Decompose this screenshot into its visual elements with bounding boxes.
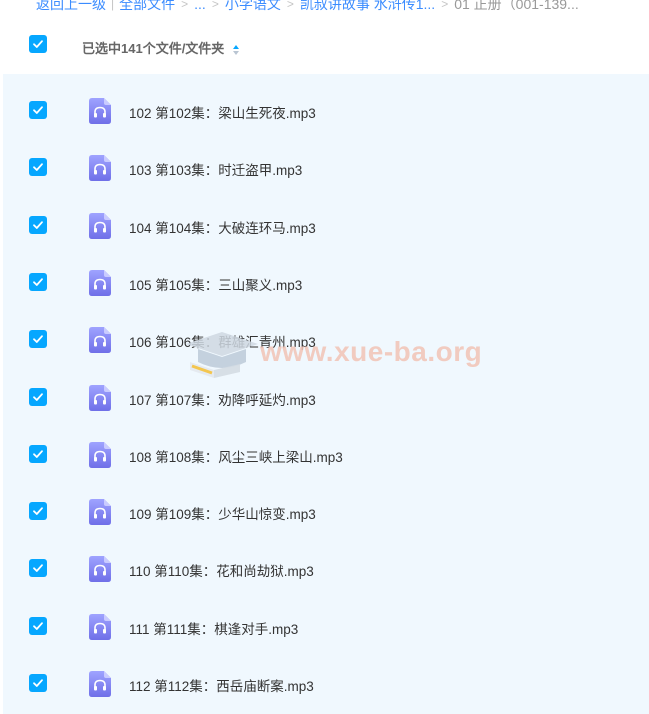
file-checkbox[interactable]	[29, 330, 47, 349]
audio-file-icon	[89, 441, 111, 468]
file-checkbox[interactable]	[29, 272, 47, 291]
file-name[interactable]: 105 第105集：三山聚义.mp3	[129, 274, 302, 294]
file-row[interactable]: 102 第102集：梁山生死夜.mp3	[3, 82, 649, 139]
checkmark-icon	[33, 564, 43, 573]
select-all-checkbox[interactable]	[29, 35, 47, 53]
file-row[interactable]: 108 第108集：风尘三峡上梁山.mp3	[3, 426, 649, 483]
checkmark-icon	[33, 679, 43, 687]
audio-file-icon	[89, 671, 111, 697]
file-row[interactable]: 105 第105集：三山聚义.mp3	[3, 254, 649, 311]
file-checkbox[interactable]	[29, 674, 47, 692]
file-row[interactable]: 109 第109集：少华山惊变.mp3	[3, 483, 649, 540]
file-checkbox[interactable]	[29, 215, 47, 234]
file-name[interactable]: 102 第102集：梁山生死夜.mp3	[129, 102, 316, 122]
file-row[interactable]: 104 第104集：大破连环马.mp3	[3, 197, 649, 254]
file-name[interactable]: 108 第108集：风尘三峡上梁山.mp3	[129, 446, 343, 466]
audio-file-icon	[89, 269, 111, 296]
file-name[interactable]: 111 第111集：棋逢对手.mp3	[129, 618, 298, 638]
audio-file-icon	[89, 212, 111, 239]
breadcrumb-current: 01 正册（001-139...	[454, 0, 579, 12]
checkmark-icon	[33, 335, 43, 344]
file-list: 102 第102集：梁山生死夜.mp3 103 第103集：时迁盗甲.mp3 104…	[3, 74, 649, 714]
audio-file-icon	[89, 613, 111, 640]
checkmark-icon	[33, 621, 43, 630]
chevron-right-icon: >	[286, 0, 294, 11]
selected-count-text: 已选中141个文件/文件夹	[82, 41, 225, 56]
file-name[interactable]: 104 第104集：大破连环马.mp3	[129, 217, 316, 237]
checkmark-icon	[33, 220, 43, 229]
breadcrumb-level1[interactable]: 小学语文	[225, 0, 281, 14]
file-row[interactable]: 106 第106集：群雄汇青州.mp3	[3, 311, 649, 368]
file-row[interactable]: 107 第107集：劝降呼延灼.mp3	[3, 369, 649, 426]
checkmark-icon	[33, 40, 43, 48]
chevron-right-icon: >	[211, 0, 219, 11]
file-name[interactable]: 103 第103集：时迁盗甲.mp3	[129, 159, 302, 179]
file-row[interactable]: 103 第103集：时迁盗甲.mp3	[3, 139, 649, 196]
breadcrumb-all-files[interactable]: 全部文件	[119, 0, 175, 14]
file-checkbox[interactable]	[29, 502, 47, 521]
sort-icon[interactable]	[232, 44, 240, 56]
file-row[interactable]: 110 第110集：花和尚劫狱.mp3	[3, 540, 649, 597]
back-link[interactable]: 返回上一级	[36, 0, 106, 14]
breadcrumb-level2[interactable]: 凯叔讲故事 水浒传1...	[300, 0, 435, 14]
breadcrumb-divider: |	[111, 0, 115, 11]
breadcrumb-ellipsis[interactable]: ...	[194, 0, 206, 12]
audio-file-icon	[89, 327, 111, 354]
audio-file-icon	[89, 499, 111, 526]
audio-file-icon	[89, 556, 111, 583]
breadcrumb: 返回上一级 | 全部文件 > ... > 小学语文 > 凯叔讲故事 水浒传1..…	[0, 0, 649, 14]
file-row[interactable]: 112 第112集：西岳庙断案.mp3	[3, 655, 649, 712]
chevron-right-icon: >	[181, 0, 189, 11]
file-row[interactable]: 111 第111集：棋逢对手.mp3	[3, 598, 649, 655]
file-name[interactable]: 107 第107集：劝降呼延灼.mp3	[129, 389, 316, 409]
chevron-right-icon: >	[441, 0, 449, 11]
audio-file-icon	[89, 384, 111, 411]
checkmark-icon	[33, 392, 43, 401]
file-name[interactable]: 112 第112集：西岳庙断案.mp3	[129, 675, 314, 695]
checkmark-icon	[33, 507, 43, 515]
file-name[interactable]: 109 第109集：少华山惊变.mp3	[129, 503, 316, 523]
checkmark-icon	[33, 450, 43, 458]
file-checkbox[interactable]	[29, 616, 47, 635]
file-name[interactable]: 106 第106集：群雄汇青州.mp3	[129, 331, 316, 351]
audio-file-icon	[89, 155, 111, 182]
file-checkbox[interactable]	[29, 444, 47, 463]
selection-header: 已选中141个文件/文件夹	[0, 26, 649, 68]
file-checkbox[interactable]	[29, 387, 47, 406]
checkmark-icon	[33, 106, 43, 114]
file-name[interactable]: 110 第110集：花和尚劫狱.mp3	[129, 560, 314, 580]
file-checkbox[interactable]	[29, 158, 47, 177]
checkmark-icon	[33, 163, 43, 172]
file-checkbox[interactable]	[29, 559, 47, 578]
file-checkbox[interactable]	[29, 101, 47, 119]
checkmark-icon	[33, 278, 43, 286]
audio-file-icon	[89, 98, 111, 124]
selection-count-label: 已选中141个文件/文件夹	[82, 38, 240, 57]
